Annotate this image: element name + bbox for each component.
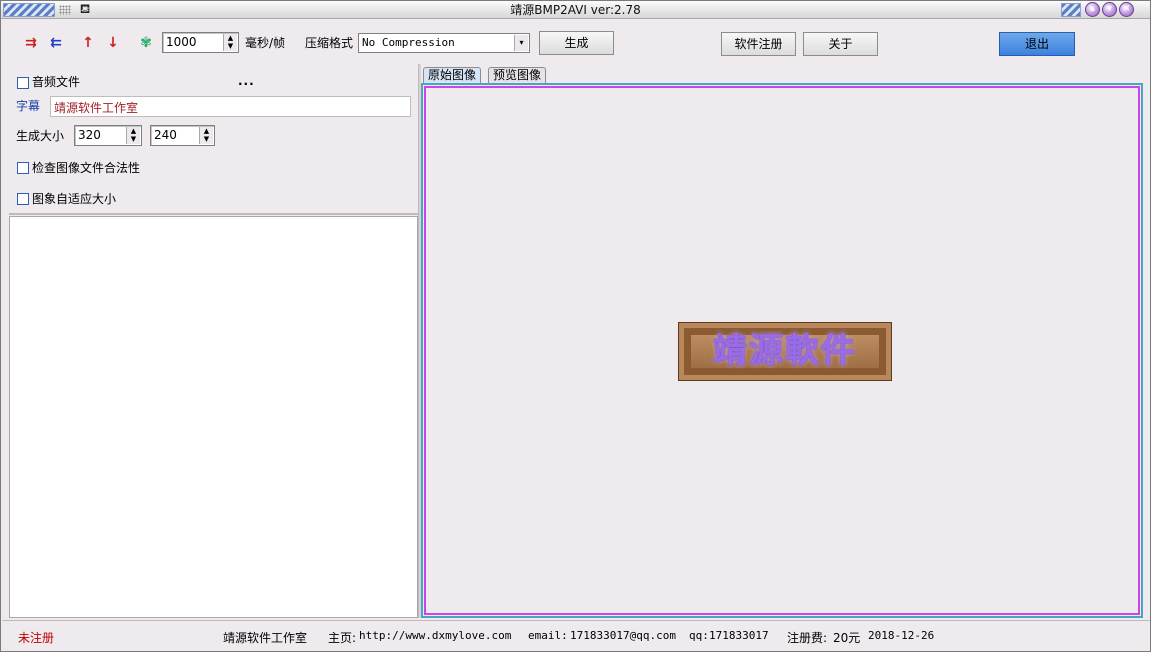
subtitle-input[interactable]: 靖源软件工作室 xyxy=(50,96,411,117)
logo-image: 靖源軟件 xyxy=(678,322,892,381)
about-button[interactable]: 关于 xyxy=(803,32,878,56)
maximize-button[interactable]: ▾ xyxy=(1102,2,1117,17)
registration-status: 未注册 xyxy=(18,631,55,645)
homepage-label: 主页: xyxy=(328,631,357,645)
auto-fit-checkbox[interactable] xyxy=(17,193,29,205)
studio-name: 靖源软件工作室 xyxy=(223,631,308,645)
audio-checkbox[interactable] xyxy=(17,77,29,89)
color-palette-icon[interactable]: ✾ xyxy=(136,34,156,52)
title-stripes-decoration-right xyxy=(1061,3,1081,17)
check-validity-label: 检查图像文件合法性 xyxy=(32,161,141,175)
audio-label: 音频文件 xyxy=(32,75,81,89)
frame-interval-stepper[interactable]: ▲ ▼ xyxy=(223,34,237,51)
compression-value: No Compression xyxy=(362,36,455,49)
date-value: 2018-12-26 xyxy=(868,629,935,642)
remove-files-icon[interactable]: ⇇ xyxy=(46,34,66,52)
logo-text: 靖源軟件 xyxy=(713,331,857,371)
qq-value: 171833017 xyxy=(709,629,769,642)
title-bar[interactable]: ⛾ 靖源BMP2AVI ver:2.78 ▴ ▾ ✕ xyxy=(1,1,1150,19)
minimize-button[interactable]: ▴ xyxy=(1085,2,1100,17)
email-label: email: xyxy=(528,629,568,642)
settings-panel: 音频文件 ... 字幕 靖源软件工作室 生成大小 320 ▲ ▼ 240 ▲ ▼ 检… xyxy=(9,64,418,215)
window-title: 靖源BMP2AVI ver:2.78 xyxy=(510,3,641,17)
image-file-list[interactable] xyxy=(9,216,418,618)
width-stepper[interactable]: ▲ ▼ xyxy=(126,127,140,144)
generate-button[interactable]: 生成 xyxy=(539,31,614,55)
homepage-link[interactable]: http://www.dxmylove.com xyxy=(359,629,511,642)
move-up-icon[interactable]: ↑ xyxy=(78,34,98,52)
width-value: 320 xyxy=(78,128,101,142)
status-bar: 未注册 靖源软件工作室 主页: http://www.dxmylove.com … xyxy=(2,620,1150,651)
height-value: 240 xyxy=(154,128,177,142)
check-validity-checkbox[interactable] xyxy=(17,162,29,174)
height-stepper[interactable]: ▲ ▼ xyxy=(199,127,213,144)
qq-label: qq: xyxy=(689,629,709,642)
register-button[interactable]: 软件注册 xyxy=(721,32,796,56)
subtitle-label: 字幕 xyxy=(16,99,41,113)
size-label: 生成大小 xyxy=(16,129,65,143)
toolbar: ⇉ ⇇ ↑ ↓ ✾ 1000 ▲ ▼ 毫秒/帧 压缩格式 No Compressi… xyxy=(2,20,1150,62)
move-down-icon[interactable]: ↓ xyxy=(103,34,123,52)
frame-interval-value: 1000 xyxy=(166,35,197,49)
close-button[interactable]: ✕ xyxy=(1119,2,1134,17)
width-input[interactable]: 320 ▲ ▼ xyxy=(74,125,142,146)
tab-original-image[interactable]: 原始图像 xyxy=(423,67,482,83)
subtitle-value: 靖源软件工作室 xyxy=(54,101,139,115)
app-window: ⛾ 靖源BMP2AVI ver:2.78 ▴ ▾ ✕ ⇉ ⇇ ↑ ↓ ✾ 100… xyxy=(0,0,1151,652)
chevron-down-icon[interactable]: ▾ xyxy=(514,35,528,51)
frame-interval-input[interactable]: 1000 ▲ ▼ xyxy=(162,32,239,53)
audio-browse-button[interactable]: ... xyxy=(238,73,255,89)
compression-label: 压缩格式 xyxy=(305,36,354,50)
auto-fit-label: 图象自适应大小 xyxy=(32,192,117,206)
fee-label: 注册费: xyxy=(787,631,828,645)
frame-unit-label: 毫秒/帧 xyxy=(245,36,286,50)
email-value: 171833017@qq.com xyxy=(570,629,676,642)
fee-value: 20元 xyxy=(833,631,861,645)
compression-select[interactable]: No Compression ▾ xyxy=(358,33,530,53)
image-preview-frame: 靖源軟件 xyxy=(421,83,1143,618)
image-preview-canvas: 靖源軟件 xyxy=(424,86,1140,615)
height-input[interactable]: 240 ▲ ▼ xyxy=(150,125,215,146)
exit-button[interactable]: 退出 xyxy=(999,32,1075,56)
tab-preview-image[interactable]: 预览图像 xyxy=(488,67,547,83)
add-files-icon[interactable]: ⇉ xyxy=(21,34,41,52)
